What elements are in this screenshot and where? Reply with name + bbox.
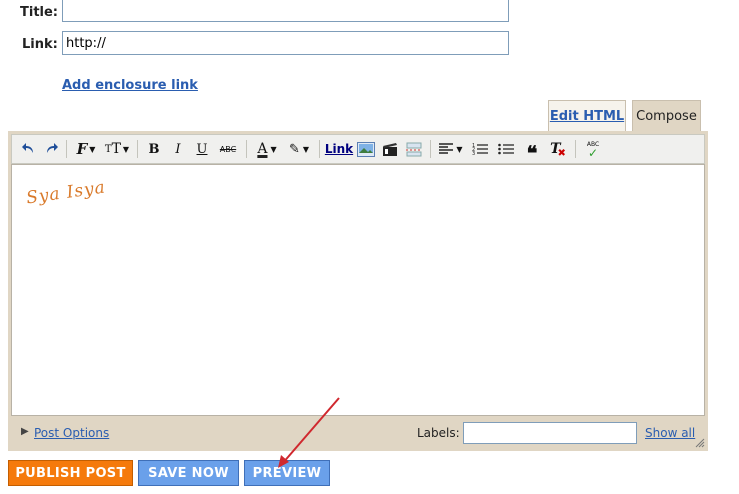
show-all-link[interactable]: Show all bbox=[645, 426, 695, 440]
font-size-icon[interactable]: TT ▼ bbox=[101, 138, 133, 160]
annotation-arrow-icon bbox=[278, 397, 340, 468]
chevron-down-icon: ▼ bbox=[270, 144, 277, 154]
labels-input[interactable] bbox=[463, 422, 637, 444]
post-options-bar: ▶ Post Options Labels: Show all bbox=[8, 418, 708, 448]
redo-icon[interactable] bbox=[40, 138, 62, 160]
chevron-down-icon: ▼ bbox=[89, 144, 96, 154]
align-icon[interactable]: ▼ bbox=[435, 138, 467, 160]
tab-edit-html[interactable]: Edit HTML bbox=[548, 100, 626, 132]
chevron-down-icon: ▼ bbox=[122, 144, 130, 154]
quote-icon[interactable]: ❝ bbox=[519, 138, 545, 165]
highlighter-icon: ✎ bbox=[288, 141, 300, 157]
toolbar-separator bbox=[137, 140, 138, 158]
publish-post-button[interactable]: PUBLISH POST bbox=[8, 460, 133, 486]
svg-text:3: 3 bbox=[472, 151, 475, 156]
triangle-right-icon[interactable]: ▶ bbox=[21, 426, 29, 437]
signature-text: Sya Isya bbox=[24, 177, 107, 209]
labels-label: Labels: bbox=[417, 426, 460, 440]
numbered-list-icon[interactable]: 123 bbox=[467, 138, 493, 160]
title-label: Title: bbox=[20, 5, 59, 20]
video-icon[interactable] bbox=[378, 138, 402, 160]
chevron-down-icon: ▼ bbox=[302, 144, 310, 154]
font-family-icon[interactable]: F ▼ bbox=[71, 138, 101, 160]
toolbar-separator bbox=[430, 140, 431, 158]
toolbar-separator bbox=[319, 140, 320, 158]
link-button[interactable]: Link bbox=[324, 138, 354, 160]
title-input[interactable] bbox=[62, 0, 509, 22]
spell-check-icon[interactable]: ABC ✓ bbox=[580, 138, 606, 160]
toolbar-separator bbox=[246, 140, 247, 158]
post-options-link[interactable]: Post Options bbox=[34, 426, 109, 440]
save-now-button[interactable]: SAVE NOW bbox=[138, 460, 239, 486]
toolbar-separator bbox=[66, 140, 67, 158]
text-color-icon: A bbox=[257, 141, 268, 157]
strikethrough-button[interactable]: ABC bbox=[214, 138, 242, 160]
image-icon[interactable] bbox=[354, 138, 378, 160]
tab-compose[interactable]: Compose bbox=[632, 100, 701, 132]
text-color-button[interactable]: A ▼ bbox=[251, 138, 283, 160]
editor-toolbar: F ▼ TT ▼ B I U ABC A ▼ ✎ ▼ Link ▼ 123 ❝ … bbox=[11, 134, 705, 165]
bullet-list-icon[interactable] bbox=[493, 138, 519, 160]
italic-button[interactable]: I bbox=[166, 138, 190, 160]
link-input[interactable] bbox=[62, 31, 509, 55]
toolbar-separator bbox=[575, 140, 576, 158]
remove-formatting-icon[interactable]: T ✖ bbox=[545, 138, 571, 160]
chevron-down-icon: ▼ bbox=[456, 144, 463, 154]
highlight-button[interactable]: ✎ ▼ bbox=[283, 138, 315, 160]
editor-content-area[interactable]: Sya Isya bbox=[11, 164, 705, 416]
add-enclosure-link[interactable]: Add enclosure link bbox=[62, 78, 198, 93]
jump-break-icon[interactable] bbox=[402, 138, 426, 160]
undo-icon[interactable] bbox=[18, 138, 40, 160]
bold-button[interactable]: B bbox=[142, 138, 166, 160]
resize-handle-icon[interactable] bbox=[695, 438, 705, 448]
link-label: Link: bbox=[22, 37, 58, 52]
underline-button[interactable]: U bbox=[190, 138, 214, 160]
